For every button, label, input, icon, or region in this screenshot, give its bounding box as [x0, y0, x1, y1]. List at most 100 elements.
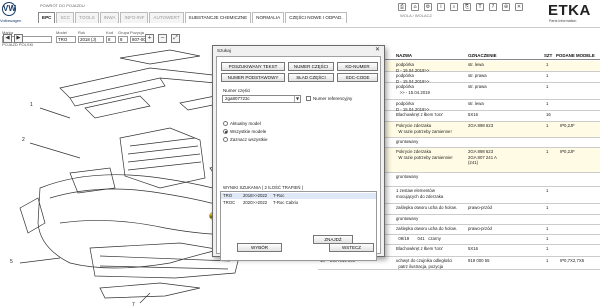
tab-scc[interactable]: SCC	[56, 12, 75, 23]
tab-autowert[interactable]: AUTOWERT	[149, 12, 184, 23]
filter-select[interactable]: TRO	[56, 36, 76, 43]
cell-desc: prawo-przód	[468, 205, 492, 210]
tab-normalia[interactable]: NORMALIA	[252, 12, 285, 23]
filter-select[interactable]: 8	[106, 36, 116, 43]
scope-radio-label: Wszystkie modele	[230, 129, 267, 134]
main-tabs: EPC SCC TOOLS INWA INFO-INF AUTOWERT SUBSTANCJ…	[38, 12, 347, 24]
cell-qty: 1	[546, 188, 549, 193]
filter-select[interactable]: 8	[118, 36, 128, 43]
result-model: TRO	[223, 193, 233, 198]
svg-text:5: 5	[10, 259, 13, 265]
base-number-button[interactable]: NUMER PODSTAWOWY	[221, 73, 285, 82]
cell-models: IP0,7X2,7X5	[560, 258, 585, 263]
cell-name: 09/19 041 czarny	[396, 236, 441, 241]
close-icon[interactable]: ✕	[515, 3, 523, 11]
chevron-down-icon[interactable]: ▼	[294, 96, 300, 102]
cell-desc: 5X16	[468, 246, 479, 251]
zoom-in-icon[interactable]: +	[145, 34, 154, 43]
cell-desc: str. lewa	[468, 62, 484, 67]
close-icon[interactable]: ✕	[373, 47, 382, 54]
result-years: 2018>>2022	[243, 193, 268, 198]
cell-desc: 2GA 898 623 2GA 807 241 A (241)	[468, 149, 497, 165]
result-name: T-Roc	[273, 193, 285, 198]
tab-info-inf[interactable]: INFO-INF	[120, 12, 149, 23]
filter-label: Model	[56, 30, 67, 35]
filter-select[interactable]: 2018 (J)	[78, 36, 104, 43]
text-icon[interactable]: T	[476, 3, 484, 11]
forward-icon[interactable]: ▶	[14, 34, 23, 43]
help-icon[interactable]: ?	[489, 3, 497, 11]
tab-epc[interactable]: EPC	[38, 12, 56, 23]
svg-text:2: 2	[22, 137, 25, 143]
sdc-code-button[interactable]: SDC-CODE	[337, 73, 378, 82]
kd-number-button[interactable]: KD-NUMER	[337, 62, 378, 71]
tab-substancje-chemiczne[interactable]: SUBSTANCJE CHEMICZNE	[184, 12, 252, 23]
cell-name: uchwyt do czujnika odległości patrz ilus…	[396, 258, 453, 269]
cell-qty: 1	[546, 246, 549, 251]
result-name: T-Roc Cabrio	[273, 200, 299, 205]
cell-qty: 1	[546, 258, 549, 263]
cart-icon[interactable]: ⊕	[502, 3, 510, 11]
back-button[interactable]: WSTECZ	[329, 243, 374, 252]
cell-qty: 1	[546, 149, 549, 154]
fit-icon[interactable]: ⤢	[171, 34, 180, 43]
zoom-out-icon[interactable]: −	[158, 34, 167, 43]
vehicle-icon[interactable]: ⌂	[411, 3, 419, 11]
cell-desc: 2GA 898 623	[468, 123, 494, 128]
side-toolbar: ◀ ▶	[3, 34, 23, 43]
scope-radio[interactable]	[223, 137, 228, 142]
tab-części-nowe-i-odpad[interactable]: CZĘŚCI NOWE I ODPAD.	[285, 12, 347, 23]
print-icon[interactable]: ⎙	[398, 3, 406, 11]
cell-qty: 1	[546, 123, 549, 128]
cell-qty: 1	[546, 205, 549, 210]
result-row[interactable]: TRO 2018>>2022 T-Roc	[221, 193, 376, 199]
select-button[interactable]: WYBÓR	[237, 243, 282, 252]
tab-inwa[interactable]: INWA	[99, 12, 120, 23]
cell-qty: 1	[546, 84, 549, 89]
part-number-button[interactable]: NUMER CZĘŚCI	[288, 62, 334, 71]
cell-name: gruntowany	[396, 139, 419, 144]
col-name: NAZWA	[396, 53, 413, 58]
results-header: WYNIKI SZUKANIA ( 2 ILOŚĆ TRAFIEŃ )	[223, 185, 304, 190]
cell-qty: 16	[546, 112, 551, 117]
cell-name: gruntowany	[396, 174, 419, 179]
cell-name: Pokrycie zderzaka W razie potrzeby zamie…	[396, 149, 453, 160]
scope-radio[interactable]	[223, 129, 228, 134]
cell-name: zaślepka otworu ucha do holow.	[396, 205, 457, 210]
svg-text:1: 1	[30, 102, 33, 108]
search-icon[interactable]: ⌕	[450, 3, 458, 11]
cell-desc: str. lewa	[468, 101, 484, 106]
attachment-icon[interactable]: ⎘	[463, 3, 471, 11]
cell-name: Blachowkręt z łbem 'torx'	[396, 112, 444, 117]
cell-desc: 5X16	[468, 112, 479, 117]
part-trace-button[interactable]: SŁAD CZĘŚCI	[288, 73, 334, 82]
app-header: VW Volkswagen POWRÓT DO POJAZDU EPC SCC TO…	[0, 0, 600, 28]
dialog-title: Szukaj	[217, 48, 231, 53]
cell-name: gruntowany	[396, 216, 419, 221]
tab-tools[interactable]: TOOLS	[75, 12, 99, 23]
part-number-label: Numer części	[223, 88, 251, 93]
reference-number-checkbox[interactable]	[306, 96, 311, 101]
reference-number-label: Numer referencyjny	[313, 96, 353, 101]
illustration-toolbar: + − ⤢	[145, 34, 180, 43]
back-icon[interactable]: ◀	[3, 34, 12, 43]
etka-subtitle: Parts Information	[549, 19, 577, 23]
cell-desc: str. prawa	[468, 73, 487, 78]
cell-name: 1 zestaw elementów mocujących do zderzak…	[396, 188, 444, 199]
col-models: PODANE MODELE	[556, 53, 595, 58]
header-subtext: WOLA / WOLACZ	[400, 13, 433, 18]
cell-qty: 1	[546, 226, 549, 231]
settings-icon[interactable]: ⚙	[424, 3, 432, 11]
vw-logo-icon: VW	[2, 2, 16, 16]
search-text-button[interactable]: POSZUKIWANY TEKST	[221, 62, 285, 71]
result-row[interactable]: TROC 2020>>2022 T-Roc Cabrio	[221, 200, 376, 206]
filter-label: Pozycja	[130, 30, 145, 35]
back-to-vehicle-link[interactable]: POWRÓT DO POJAZDU	[40, 3, 85, 8]
etka-window: VW Volkswagen POWRÓT DO POJAZDU EPC SCC TO…	[0, 0, 600, 308]
info-icon[interactable]: i	[437, 3, 445, 11]
scope-radio[interactable]	[223, 121, 228, 126]
filter-label: Kod	[106, 30, 114, 35]
header-toolbar: ⎙ ⌂ ⚙ i ⌕ ⎘ T? ⊕ ✕	[398, 3, 523, 11]
result-years: 2020>>2022	[243, 200, 268, 205]
part-number-input[interactable]: 2ga807723c	[222, 95, 301, 103]
